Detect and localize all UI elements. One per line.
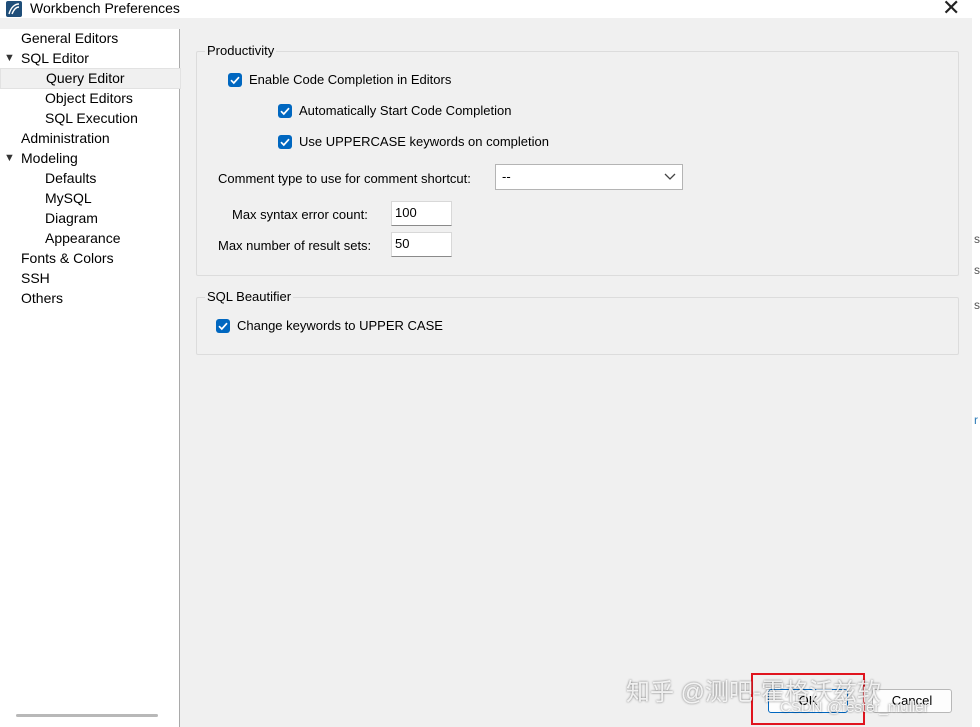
edge-text: s — [974, 232, 980, 246]
tree-item-object-editors[interactable]: Object Editors — [45, 89, 133, 107]
tree-item-query-editor[interactable]: Query Editor — [0, 68, 181, 89]
tree-item-appearance[interactable]: Appearance — [45, 229, 121, 247]
edge-text: s — [974, 263, 980, 277]
tree-item-defaults[interactable]: Defaults — [45, 169, 96, 187]
change-keywords-upper-checkbox[interactable]: Change keywords to UPPER CASE — [216, 317, 443, 335]
checkbox-checked-icon[interactable] — [228, 73, 242, 87]
tree-item-sql-editor[interactable]: ▼ SQL Editor — [4, 49, 89, 67]
expanded-arrow-icon[interactable]: ▼ — [4, 49, 15, 67]
title-bar: Workbench Preferences ✕ — [0, 0, 980, 19]
edge-text: s — [974, 298, 980, 312]
tree-item-diagram[interactable]: Diagram — [45, 209, 98, 227]
tree-item-fonts-colors[interactable]: Fonts & Colors — [21, 249, 114, 267]
mysql-workbench-icon — [6, 1, 22, 17]
tree-item-others[interactable]: Others — [21, 289, 63, 307]
max-result-sets-input[interactable]: 50 — [391, 232, 452, 257]
productivity-group: Productivity Enable Code Completion in E… — [196, 43, 959, 276]
comment-type-label: Comment type to use for comment shortcut… — [218, 171, 471, 186]
checkbox-checked-icon[interactable] — [278, 104, 292, 118]
tree-item-mysql[interactable]: MySQL — [45, 189, 92, 207]
chevron-down-icon — [664, 173, 676, 180]
comment-type-dropdown[interactable]: -- — [495, 164, 683, 190]
preferences-panel: Productivity Enable Code Completion in E… — [181, 18, 971, 727]
tree-item-ssh[interactable]: SSH — [21, 269, 50, 287]
tree-item-general-editors[interactable]: General Editors — [21, 29, 118, 47]
expanded-arrow-icon[interactable]: ▼ — [4, 149, 15, 167]
preferences-tree[interactable]: General Editors ▼ SQL Editor Query Edito… — [0, 29, 181, 727]
csdn-watermark: CSDN @fester_muller — [780, 699, 929, 716]
checkbox-checked-icon[interactable] — [216, 319, 230, 333]
uppercase-keywords-checkbox[interactable]: Use UPPERCASE keywords on completion — [278, 133, 549, 151]
close-icon[interactable]: ✕ — [942, 0, 960, 19]
background-window-edge — [972, 18, 980, 727]
horizontal-scrollbar[interactable] — [16, 714, 158, 717]
productivity-title: Productivity — [205, 43, 277, 59]
sql-beautifier-title: SQL Beautifier — [205, 289, 294, 305]
max-syntax-errors-label: Max syntax error count: — [232, 207, 368, 222]
tree-item-sql-execution[interactable]: SQL Execution — [45, 109, 138, 127]
checkbox-checked-icon[interactable] — [278, 135, 292, 149]
auto-start-completion-checkbox[interactable]: Automatically Start Code Completion — [278, 102, 511, 120]
edge-text: r — [974, 413, 978, 427]
max-result-sets-label: Max number of result sets: — [218, 238, 372, 253]
window-title: Workbench Preferences — [30, 0, 180, 16]
enable-code-completion-checkbox[interactable]: Enable Code Completion in Editors — [228, 71, 451, 89]
tree-item-administration[interactable]: Administration — [21, 129, 110, 147]
sql-beautifier-group: SQL Beautifier Change keywords to UPPER … — [196, 289, 959, 355]
tree-item-modeling[interactable]: ▼ Modeling — [4, 149, 78, 167]
max-syntax-errors-input[interactable]: 100 — [391, 201, 452, 226]
